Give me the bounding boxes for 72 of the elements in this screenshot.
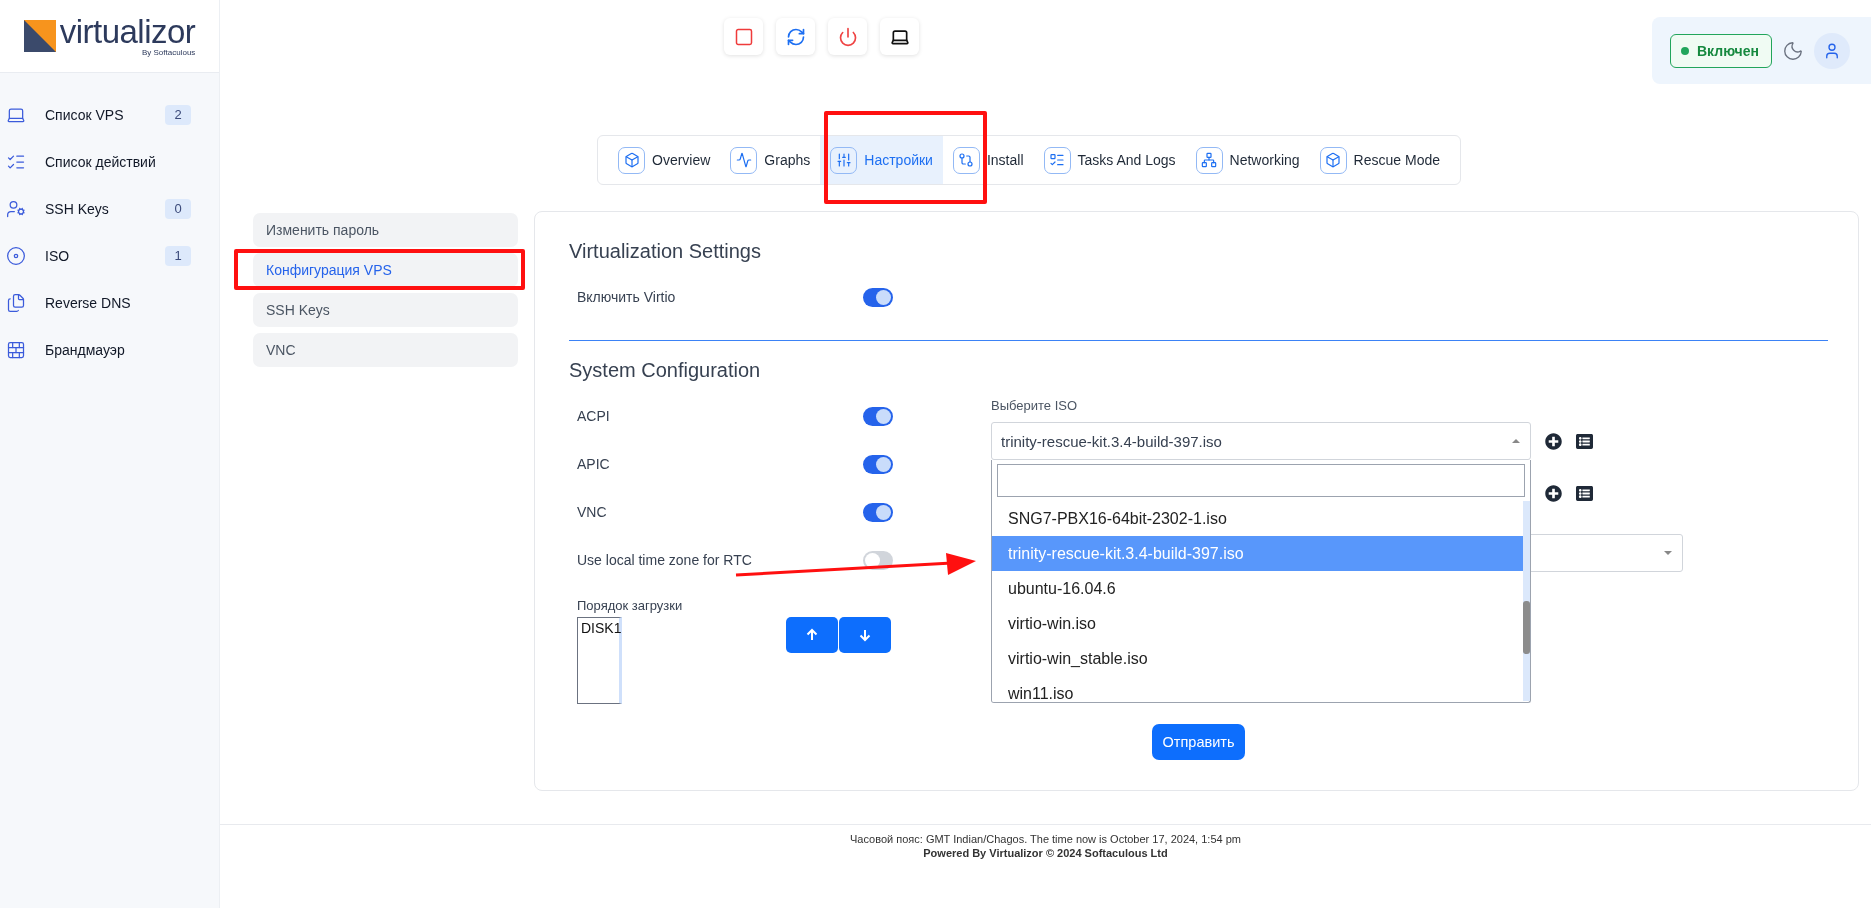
network-icon — [1195, 146, 1223, 174]
section-heading: System Configuration — [569, 359, 762, 382]
caret-icon — [1512, 439, 1520, 443]
tab[interactable]: Tasks And Logs — [1033, 136, 1186, 184]
arrow-up-icon — [805, 628, 819, 642]
refresh-icon — [785, 26, 806, 47]
toggle-switch[interactable] — [863, 454, 893, 474]
list-icon[interactable] — [1576, 484, 1593, 502]
cube-icon — [618, 146, 645, 174]
caret-icon — [1664, 551, 1672, 555]
tab[interactable]: Rescue Mode — [1309, 136, 1450, 184]
section-heading: Virtualization Settings — [569, 240, 762, 263]
square-icon — [733, 26, 754, 47]
user-gear-icon — [6, 198, 28, 219]
iso-label: Выберите ISO — [991, 398, 1079, 415]
sidebar-item[interactable]: Reverse DNS — [0, 279, 219, 326]
move-down-button[interactable] — [839, 617, 891, 653]
option-label: ACPI — [577, 408, 611, 424]
add-icon[interactable] — [1545, 484, 1562, 502]
sidebar-item[interactable]: Список действий — [0, 138, 219, 185]
restart-button[interactable] — [776, 18, 815, 55]
submit-button[interactable]: Отправить — [1151, 724, 1246, 760]
console-button[interactable] — [880, 18, 919, 55]
sidebar-item[interactable]: ISO 1 — [0, 232, 219, 279]
toggle-switch[interactable] — [863, 406, 893, 426]
tab[interactable]: Overview — [608, 136, 721, 184]
tab[interactable]: Install — [942, 136, 1034, 184]
search-field[interactable] — [997, 464, 1525, 497]
settings-menu-item[interactable]: SSH Keys — [253, 293, 518, 327]
logo-icon — [23, 18, 56, 54]
iso-select[interactable]: trinity-rescue-kit.3.4-build-397.iso — [991, 422, 1531, 460]
settings-menu-item[interactable]: Конфигурация VPS — [253, 253, 518, 287]
sidebar-item[interactable]: Список VPS 2 — [0, 91, 219, 138]
settings-menu-item[interactable]: Изменить пароль — [253, 213, 518, 247]
tab[interactable]: Graphs — [720, 136, 821, 184]
option-label: APIC — [577, 456, 611, 472]
sidebar-item[interactable]: SSH Keys 0 — [0, 185, 219, 232]
footer-timezone: Часовой пояс: GMT Indian/Chagos. The time now is October 17, 2024, 1:54 pm — [850, 833, 1241, 845]
sliders-icon — [830, 146, 858, 174]
toggle-switch[interactable] — [863, 287, 893, 307]
power-button[interactable] — [828, 18, 867, 55]
footer-copyright: Powered By Virtualizor © 2024 Softaculous Ltd — [923, 847, 1168, 859]
list-icon[interactable] — [1576, 432, 1593, 450]
add-icon[interactable] — [1545, 432, 1562, 450]
boot-order-label: Порядок загрузки — [577, 598, 684, 613]
git-compare-icon — [952, 146, 980, 174]
tab[interactable]: Настройки — [820, 136, 943, 184]
cube-icon — [1319, 146, 1347, 174]
arrow-down-icon — [858, 628, 872, 642]
logo-tagline: By Softaculous — [141, 49, 196, 57]
option-label: Use local time zone for RTC — [577, 552, 753, 568]
option-label: Включить Virtio — [577, 289, 677, 305]
user-avatar[interactable] — [1814, 32, 1850, 69]
status-badge: Включен — [1670, 33, 1772, 68]
stop-button[interactable] — [724, 18, 763, 55]
checklist-icon — [1043, 146, 1071, 174]
scrollbar[interactable] — [1523, 501, 1530, 701]
logo-text: virtualizor — [59, 15, 196, 48]
count-badge: 0 — [165, 198, 191, 219]
count-badge: 2 — [165, 104, 191, 125]
power-icon — [837, 26, 858, 47]
count-badge: 1 — [165, 245, 191, 266]
tab[interactable]: Networking — [1185, 136, 1310, 184]
sidebar-item[interactable]: Брандмауэр — [0, 326, 219, 373]
disc-icon — [6, 245, 28, 266]
moon-icon[interactable] — [1782, 39, 1804, 62]
option-label: VNC — [577, 504, 608, 520]
settings-menu-item[interactable]: VNC — [253, 333, 518, 367]
move-up-button[interactable] — [786, 617, 838, 653]
chart-line-icon — [730, 146, 758, 174]
toggle-switch[interactable] — [863, 502, 893, 522]
boot-order-list[interactable]: DISK1 — [577, 617, 622, 704]
